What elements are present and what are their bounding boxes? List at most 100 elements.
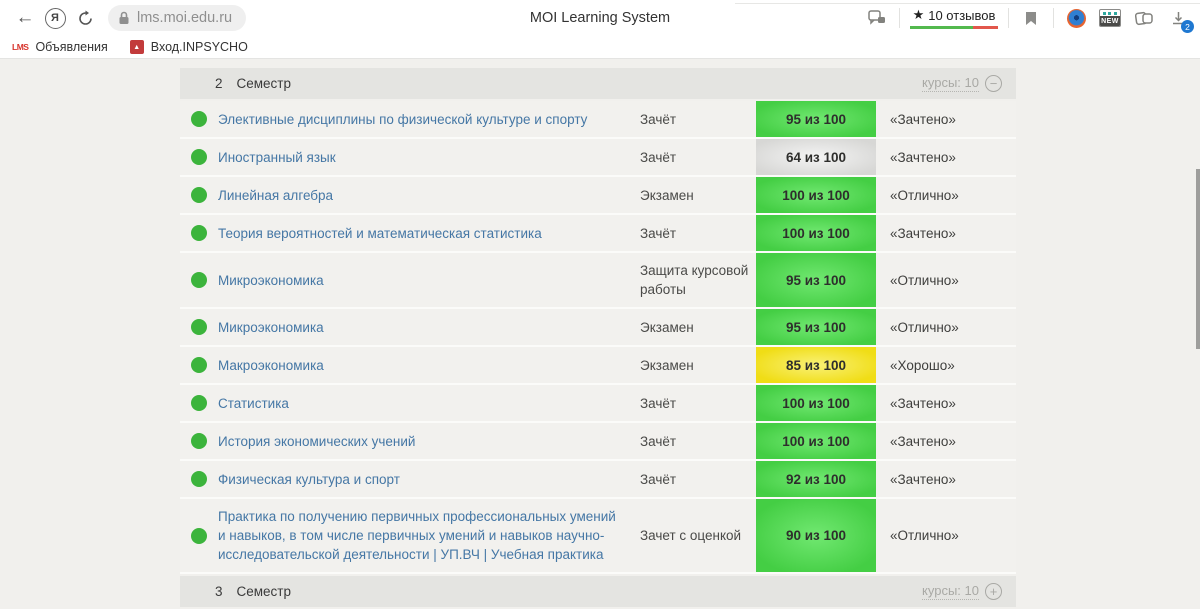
- lms-page: 2 Семестр курсы: 10 − Элективные дисципл…: [0, 59, 1200, 609]
- grade-text: «Зачтено»: [876, 461, 1016, 497]
- grade-text: «Отлично»: [876, 499, 1016, 572]
- back-button[interactable]: ←: [10, 3, 40, 33]
- course-link[interactable]: Микроэкономика: [218, 253, 640, 307]
- browser-chrome: ← Я lms.moi.edu.ru MOI Learning System: [0, 0, 1200, 59]
- course-link[interactable]: Микроэкономика: [218, 309, 640, 345]
- courses-toggle[interactable]: курсы: 10 −: [922, 75, 1002, 92]
- reviews-widget[interactable]: ★ 10 отзывов: [910, 7, 998, 29]
- grade-text: «Зачтено»: [876, 101, 1016, 137]
- score-badge: 100 из 100: [756, 215, 876, 251]
- semester-title: Семестр: [237, 76, 292, 91]
- refresh-icon: [77, 10, 94, 27]
- status-dot-cell: [180, 385, 218, 421]
- collections-icon[interactable]: [1132, 6, 1156, 30]
- course-link[interactable]: Макроэкономика: [218, 347, 640, 383]
- course-row: История экономических учений Зачёт 100 и…: [180, 423, 1016, 461]
- score-badge: 90 из 100: [756, 499, 876, 572]
- grade-text: «Хорошо»: [876, 347, 1016, 383]
- course-link[interactable]: Теория вероятностей и математическая ста…: [218, 215, 640, 251]
- status-dot-cell: [180, 423, 218, 459]
- assessment-type: Экзамен: [640, 177, 756, 213]
- status-dot: [191, 111, 207, 127]
- course-row: Физическая культура и спорт Зачёт 92 из …: [180, 461, 1016, 499]
- course-link[interactable]: Физическая культура и спорт: [218, 461, 640, 497]
- courses-count-label: курсы: 10: [922, 75, 979, 92]
- yandex-logo-icon[interactable]: Я: [40, 3, 70, 33]
- course-row: Линейная алгебра Экзамен 100 из 100 «Отл…: [180, 177, 1016, 215]
- bookmarks-bar: LMS Объявления ▲ Вход.INPSYCHO: [0, 36, 1200, 59]
- grade-text: «Отлично»: [876, 253, 1016, 307]
- semester-title: Семестр: [237, 584, 292, 599]
- status-dot: [191, 395, 207, 411]
- reviews-rating-bar: [910, 26, 998, 29]
- score-badge: 85 из 100: [756, 347, 876, 383]
- course-row: Теория вероятностей и математическая ста…: [180, 215, 1016, 253]
- status-dot: [191, 433, 207, 449]
- course-row: Элективные дисциплины по физической куль…: [180, 101, 1016, 139]
- status-dot-cell: [180, 101, 218, 137]
- extension-lens-icon[interactable]: [1064, 6, 1088, 30]
- chat-bubbles-icon: [868, 10, 886, 26]
- status-dot-cell: [180, 177, 218, 213]
- status-dot-cell: [180, 461, 218, 497]
- bookmark-inpsycho[interactable]: ▲ Вход.INPSYCHO: [130, 40, 248, 54]
- downloads-button[interactable]: 2: [1166, 6, 1190, 30]
- semester-table: 2 Семестр курсы: 10 − Элективные дисципл…: [180, 59, 1016, 607]
- course-link[interactable]: Элективные дисциплины по физической куль…: [218, 101, 640, 137]
- assessment-type: Зачёт: [640, 101, 756, 137]
- courses-toggle[interactable]: курсы: 10 +: [922, 583, 1002, 600]
- grade-text: «Зачтено»: [876, 423, 1016, 459]
- course-row: Статистика Зачёт 100 из 100 «Зачтено»: [180, 385, 1016, 423]
- status-dot: [191, 319, 207, 335]
- new-badge-icon: NEW: [1099, 9, 1121, 27]
- status-dot: [191, 272, 207, 288]
- grade-text: «Отлично»: [876, 177, 1016, 213]
- lens-circle: [1067, 9, 1086, 28]
- grade-text: «Зачтено»: [876, 139, 1016, 175]
- status-dot-cell: [180, 253, 218, 307]
- status-dot-cell: [180, 309, 218, 345]
- score-badge: 95 из 100: [756, 309, 876, 345]
- assessment-type: Зачёт: [640, 215, 756, 251]
- divider: [899, 8, 900, 28]
- status-dot-cell: [180, 499, 218, 572]
- refresh-button[interactable]: [70, 3, 100, 33]
- address-bar[interactable]: lms.moi.edu.ru: [108, 5, 246, 31]
- status-dot: [191, 149, 207, 165]
- status-dot: [191, 471, 207, 487]
- score-badge: 100 из 100: [756, 177, 876, 213]
- course-link[interactable]: История экономических учений: [218, 423, 640, 459]
- course-row: Иностранный язык Зачёт 64 из 100 «Зачтен…: [180, 139, 1016, 177]
- assessment-type: Зачёт: [640, 423, 756, 459]
- expand-icon: +: [985, 583, 1002, 600]
- assessment-type: Экзамен: [640, 309, 756, 345]
- score-badge: 92 из 100: [756, 461, 876, 497]
- semester-3-header: 3 Семестр курсы: 10 +: [180, 576, 1016, 607]
- divider: [1053, 8, 1054, 28]
- course-row: Макроэкономика Экзамен 85 из 100 «Хорошо…: [180, 347, 1016, 385]
- course-link[interactable]: Иностранный язык: [218, 139, 640, 175]
- toolbar-right: ★ 10 отзывов NEW: [865, 6, 1190, 30]
- bookmark-announcements[interactable]: LMS Объявления: [12, 40, 108, 54]
- protect-icon[interactable]: [865, 6, 889, 30]
- url-text: lms.moi.edu.ru: [137, 10, 232, 26]
- browser-toolbar: ← Я lms.moi.edu.ru MOI Learning System: [0, 0, 1200, 36]
- course-link[interactable]: Практика по получению первичных професси…: [218, 499, 640, 572]
- new-feature-icon[interactable]: NEW: [1098, 6, 1122, 30]
- bookmark-flag-icon[interactable]: [1019, 6, 1043, 30]
- course-row: Микроэкономика Защита курсовой работы 95…: [180, 253, 1016, 309]
- score-badge: 100 из 100: [756, 423, 876, 459]
- assessment-type: Зачет с оценкой: [640, 499, 756, 572]
- course-link[interactable]: Линейная алгебра: [218, 177, 640, 213]
- bookmark-label: Вход.INPSYCHO: [151, 40, 248, 54]
- inpsycho-favicon: ▲: [130, 40, 144, 54]
- score-badge: 95 из 100: [756, 253, 876, 307]
- assessment-type: Зачёт: [640, 385, 756, 421]
- grade-text: «Отлично»: [876, 309, 1016, 345]
- assessment-type: Зачёт: [640, 461, 756, 497]
- semester-number: 3: [215, 584, 223, 599]
- course-link[interactable]: Статистика: [218, 385, 640, 421]
- status-dot-cell: [180, 347, 218, 383]
- vertical-scrollbar[interactable]: [1196, 169, 1200, 349]
- cards-icon: [1135, 10, 1153, 26]
